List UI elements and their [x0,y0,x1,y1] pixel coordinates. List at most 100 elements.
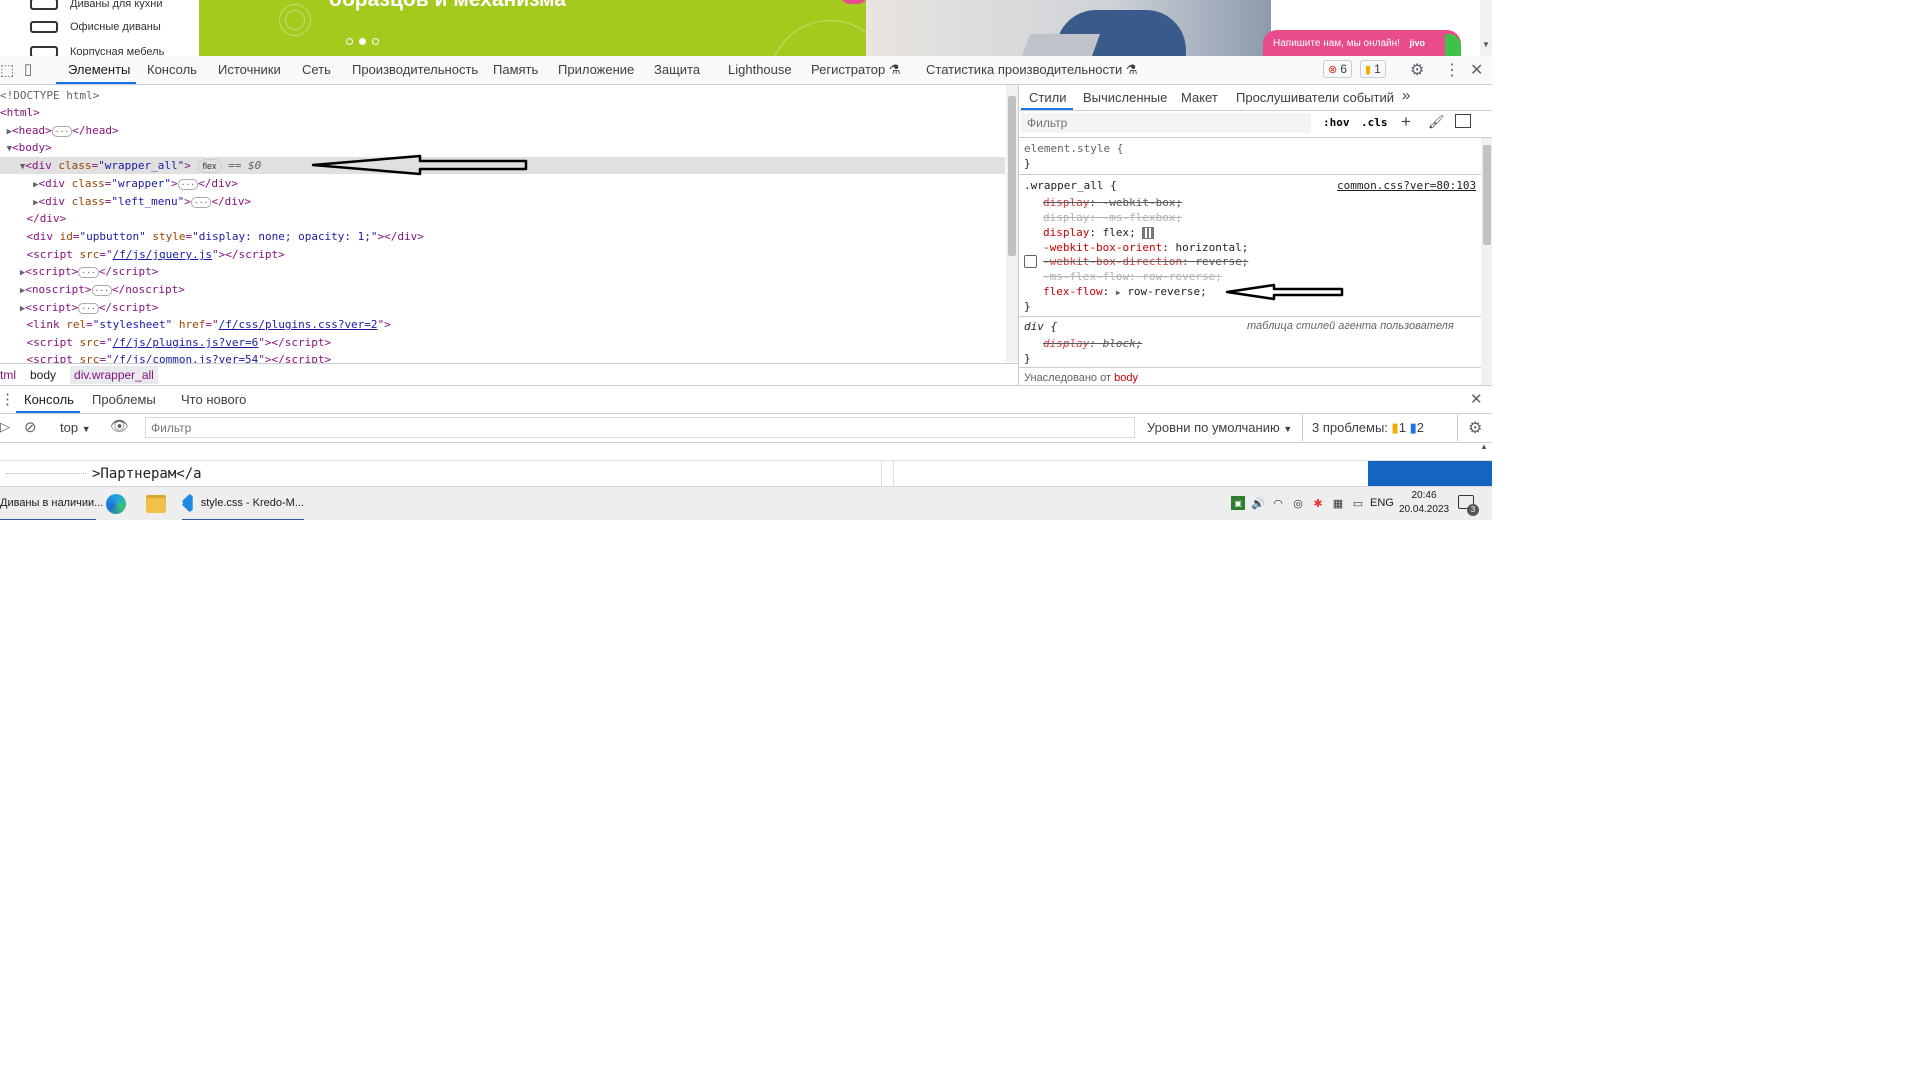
log-levels-dropdown[interactable]: Уровни по умолчанию ▼ [1147,420,1292,435]
error-count-badge[interactable]: ⊗ 6 [1323,60,1352,78]
tab-memory[interactable]: Память [493,62,538,77]
app-tray-icon[interactable]: ✱ [1311,496,1325,510]
inspect-icon[interactable]: ⬚ [0,61,14,79]
editor-code-line[interactable]: >Партнерам</a [92,461,202,487]
rule-source-link[interactable]: common.css?ver=80:103 [1337,178,1476,193]
language-indicator[interactable]: ENG [1370,497,1394,509]
slider-dot[interactable] [372,38,379,45]
declaration-struck[interactable]: display: -webkit-box; [1043,195,1182,210]
tree-noscript[interactable]: ▶<noscript> ··· </noscript> [0,281,1005,298]
declaration-checkbox[interactable] [1024,255,1037,268]
styles-scroll-thumb[interactable] [1483,145,1491,245]
context-selector[interactable]: top ▼ [60,420,91,435]
tab-layout[interactable]: Макет [1181,90,1218,105]
settings-gear-icon[interactable]: ⚙ [1410,60,1424,80]
tree-script-jquery[interactable]: <script src="/f/js/jquery.js"></script> [0,246,1005,263]
declaration[interactable]: flex-flow: ▶ row-reverse; [1043,284,1207,299]
cls-toggle[interactable]: .cls [1361,116,1388,129]
menu-item-kitchen-sofas[interactable]: Диваны для кухни [30,0,162,14]
tab-application[interactable]: Приложение [558,62,634,77]
tree-wrapper[interactable]: ▶<div class="wrapper"> ··· </div> [0,175,1005,192]
volume-icon[interactable]: 🔊 [1251,496,1265,510]
common-js-link[interactable]: /f/js/common.js?ver=54 [113,353,259,363]
collapsed-ellipsis[interactable]: ··· [51,125,73,137]
slider-dot[interactable] [346,38,353,45]
device-toolbar-icon[interactable]: ▯ [24,60,32,78]
live-expression-eye-icon[interactable]: 👁 [110,417,129,435]
collapsed-ellipsis[interactable]: ··· [78,302,99,314]
collapsed-ellipsis[interactable]: ··· [91,284,112,296]
scroll-up-arrow-icon[interactable]: ▲ [1480,442,1488,451]
menu-item-office-sofas[interactable]: Офисные диваны [30,17,161,37]
taskbar-browser-window[interactable]: Диваны в наличии... [0,487,103,520]
styles-filter-input[interactable] [1021,113,1311,133]
app-tray-icon[interactable]: ◎ [1291,496,1305,510]
element-style-selector[interactable]: element.style { [1024,141,1123,156]
tab-lighthouse[interactable]: Lighthouse [728,62,792,77]
expand-shorthand-triangle-icon[interactable]: ▶ [1116,288,1121,297]
app-tray-icon[interactable]: ▦ [1331,496,1345,510]
hov-toggle[interactable]: :hov [1323,116,1350,129]
page-scrollbar[interactable]: ▼ [1480,0,1492,56]
tab-performance-insights[interactable]: Статистика производительности ⚗ [926,62,1138,78]
wrapper-all-selector[interactable]: .wrapper_all { [1024,178,1117,193]
taskbar-clock[interactable]: 20:46 20.04.2023 [1399,489,1449,517]
tab-computed[interactable]: Вычисленные [1083,90,1167,105]
tree-upbutton[interactable]: <div id="upbutton" style="display: none;… [0,228,1005,245]
sidebar-toggle-icon[interactable]: ▷ [0,419,10,435]
drawer-tab-issues[interactable]: Проблемы [92,392,156,407]
menu-item-cabinet-furniture[interactable]: Корпусная мебель [30,42,164,56]
toggle-sidebar-icon[interactable] [1455,114,1471,128]
more-tabs-chevron-icon[interactable]: » [1402,87,1410,104]
tree-script-plugins[interactable]: <script src="/f/js/plugins.js?ver=6"></s… [0,334,1005,351]
collapsed-ellipsis[interactable]: ··· [177,178,199,190]
collapsed-ellipsis[interactable]: ··· [78,266,99,278]
tab-security[interactable]: Защита [654,62,700,77]
breadcrumb-item[interactable]: body [30,368,56,382]
inherited-from-link[interactable]: body [1114,372,1138,384]
tab-console[interactable]: Консоль [147,62,197,77]
tab-sources[interactable]: Источники [218,62,281,77]
tree-head[interactable]: ▶<head> ··· </head> [0,122,1005,139]
tab-network[interactable]: Сеть [302,62,331,77]
collapsed-ellipsis[interactable]: ··· [190,196,212,208]
paint-brush-icon[interactable]: 🖌 [1428,114,1445,130]
elements-scroll-thumb[interactable] [1008,96,1016,256]
declaration-struck[interactable]: -webkit-box-direction: reverse; [1043,254,1248,269]
tab-event-listeners[interactable]: Прослушиватели событий [1236,90,1394,105]
console-filter-input[interactable] [145,417,1135,438]
declaration[interactable]: -webkit-box-orient: horizontal; [1043,240,1248,255]
flex-editor-icon[interactable] [1142,227,1155,239]
clear-console-icon[interactable]: ⊘ [24,418,37,436]
taskbar-vscode-window[interactable]: style.css - Kredo-M... [182,487,304,520]
tree-link-plugins-css[interactable]: <link rel="stylesheet" href="/f/css/plug… [0,316,1005,333]
declaration[interactable]: display: flex; [1043,225,1155,240]
more-vertical-icon[interactable]: ⋮ [1444,60,1460,80]
tree-html[interactable]: <html> [0,104,1005,121]
notifications-icon[interactable]: 3 [1458,495,1479,516]
tree-left-menu[interactable]: ▶<div class="left_menu"> ··· </div> [0,193,1005,210]
declaration-struck[interactable]: -ms-flex-flow: row-reverse; [1043,269,1222,284]
drawer-menu-icon[interactable]: ⋮ [0,390,15,408]
drawer-close-icon[interactable]: ✕ [1470,390,1483,408]
close-icon[interactable]: ✕ [1470,60,1483,80]
scroll-down-arrow-icon[interactable]: ▼ [1482,40,1490,49]
tab-performance[interactable]: Производительность [352,62,478,77]
breadcrumb-item[interactable]: tml [0,368,16,382]
flex-badge[interactable]: flex [197,159,222,173]
tab-elements[interactable]: Элементы [68,62,130,77]
tab-styles[interactable]: Стили [1029,90,1066,105]
battery-icon[interactable]: ▭ [1351,496,1365,510]
warning-count-badge[interactable]: ▮ 1 [1360,60,1386,78]
tree-wrapper-all-close[interactable]: </div> [0,210,1005,227]
drawer-tab-whats-new[interactable]: Что нового [181,392,246,407]
declaration-struck[interactable]: display: -ms-flexbox; [1043,210,1182,225]
issues-counter[interactable]: 3 проблемы: ▮1 ▮2 [1312,420,1424,436]
taskbar-edge[interactable] [106,487,126,520]
jquery-src-link[interactable]: /f/js/jquery.js [113,248,212,261]
taskbar-explorer[interactable] [146,487,166,520]
tree-script-collapsed[interactable]: ▶<script> ··· </script> [0,299,1005,316]
network-icon[interactable]: ◠ [1271,496,1285,510]
new-rule-plus-icon[interactable]: + [1401,112,1411,132]
slider-dot-active[interactable] [359,38,366,45]
